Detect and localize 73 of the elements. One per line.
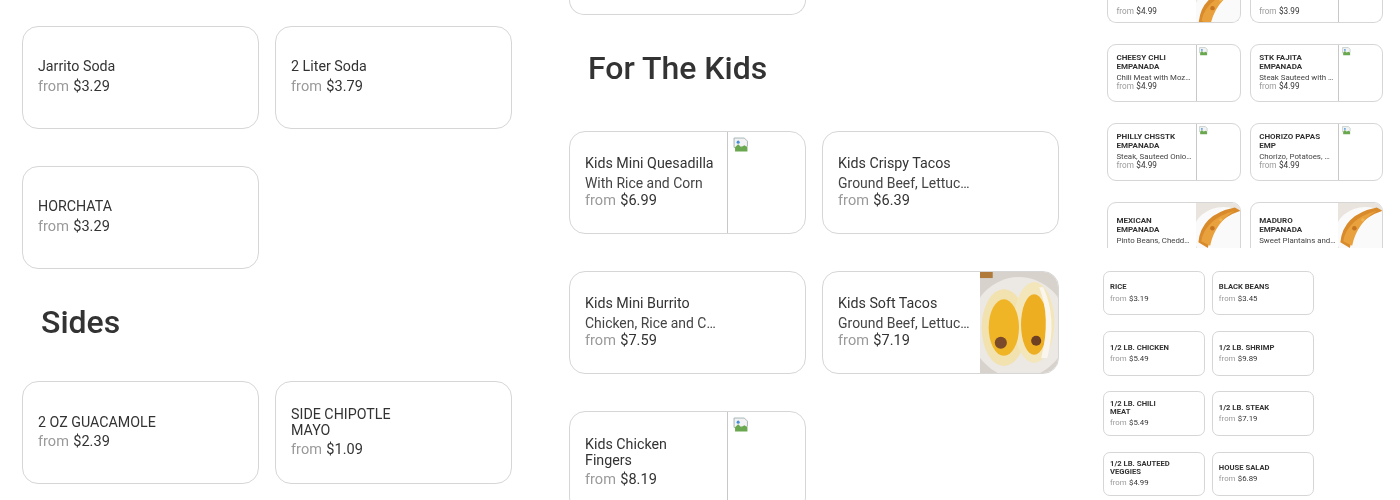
menu-item-card[interactable]: Kids Soft Tacos Ground Beef, Lettuc… from $7.19 bbox=[822, 271, 1060, 375]
menu-item-card[interactable]: from $3.99 bbox=[1249, 0, 1384, 23]
from-label: from bbox=[585, 331, 616, 350]
item-price: $4.99 bbox=[1279, 161, 1300, 172]
item-price: $3.29 bbox=[73, 218, 110, 236]
broken-image-icon bbox=[732, 416, 749, 434]
item-price: $2.39 bbox=[73, 433, 110, 451]
item-description: Ground Beef, Lettuc… bbox=[838, 174, 971, 192]
from-label: from bbox=[1259, 82, 1277, 93]
item-price: $1.09 bbox=[326, 441, 363, 459]
broken-image-icon bbox=[732, 136, 749, 153]
from-label: from bbox=[38, 433, 69, 451]
item-title: Jarrito Soda bbox=[38, 59, 117, 76]
item-description: Ground Beef, Lettuc… bbox=[838, 314, 971, 332]
broken-image-icon bbox=[1341, 47, 1352, 57]
item-price: $7.59 bbox=[620, 331, 657, 350]
from-label: from bbox=[838, 191, 869, 209]
item-price: $3.29 bbox=[73, 78, 110, 96]
item-price: $8.19 bbox=[620, 471, 657, 489]
item-price: $4.99 bbox=[1136, 82, 1157, 93]
item-price: $6.39 bbox=[873, 191, 910, 209]
item-title: Kids Crispy Tacos bbox=[838, 156, 952, 172]
broken-image-icon bbox=[1341, 126, 1352, 136]
item-description: With Rice and Corn bbox=[585, 174, 704, 192]
from-label: from bbox=[585, 471, 616, 489]
section-heading: Sides bbox=[41, 303, 122, 342]
broken-image-icon bbox=[1199, 126, 1209, 136]
item-description: Chicken, Rice and C… bbox=[585, 314, 717, 332]
from-label: from bbox=[291, 441, 322, 459]
item-price: $4.99 bbox=[1279, 82, 1300, 93]
menu-item-card[interactable]: Kids Mini Burrito Chicken, Rice and C… from $7.59 bbox=[569, 271, 806, 375]
menu-item-card[interactable]: Kids Mini Quesadilla With Rice and Corn from $6.99 bbox=[569, 131, 806, 235]
menu-item-card[interactable]: 2 OZ GUACAMOLE from $2.39 bbox=[22, 381, 259, 485]
from-label: from bbox=[1116, 82, 1134, 93]
from-label: from bbox=[1259, 6, 1277, 17]
from-label: from bbox=[1116, 6, 1134, 17]
item-price: $3.99 bbox=[1279, 6, 1300, 17]
from-label: from bbox=[291, 78, 322, 96]
from-label: from bbox=[1116, 161, 1134, 172]
menu-item-card[interactable]: 2 Liter Soda from $3.79 bbox=[275, 26, 513, 130]
item-title: SIDE CHIPOTLE MAYO bbox=[291, 406, 392, 439]
item-title: MADURO EMPANADA bbox=[1259, 216, 1304, 235]
item-price: $3.79 bbox=[326, 78, 363, 96]
item-title: PHILLY CHSSTK EMPANADA bbox=[1116, 132, 1177, 151]
item-title: Kids Soft Tacos bbox=[838, 296, 939, 313]
from-label: from bbox=[1259, 161, 1277, 172]
section-heading: For The Kids bbox=[588, 49, 769, 87]
item-title: CHORIZO PAPAS EMP bbox=[1259, 132, 1322, 151]
item-title: Kids Mini Burrito bbox=[585, 296, 691, 313]
broken-image-icon bbox=[1199, 47, 1209, 57]
menu-item-card[interactable]: Kids Crispy Tacos Ground Beef, Lettuc… from $6.39 bbox=[822, 131, 1060, 235]
menu-item-card[interactable]: Jarrito Soda from $3.29 bbox=[22, 26, 259, 130]
item-price: $4.99 bbox=[1136, 161, 1157, 172]
menu-item-card[interactable]: Kids Chicken Fingers from $8.19 bbox=[569, 411, 806, 500]
from-label: from bbox=[38, 218, 69, 236]
item-title: 2 OZ GUACAMOLE bbox=[38, 414, 157, 431]
item-price: $4.99 bbox=[1136, 6, 1157, 17]
item-title: 2 Liter Soda bbox=[291, 59, 368, 76]
item-title: Kids Chicken Fingers bbox=[585, 436, 668, 469]
item-price: $6.99 bbox=[620, 191, 657, 209]
item-title: STK FAJITA EMPANADA bbox=[1259, 53, 1304, 72]
from-label: from bbox=[585, 191, 616, 209]
menu-item-card[interactable]: HORCHATA from $3.29 bbox=[22, 166, 259, 270]
item-title: CHEESY CHLI EMPANADA bbox=[1116, 53, 1167, 72]
from-label: from bbox=[38, 78, 69, 96]
item-price: $7.19 bbox=[873, 331, 910, 350]
item-title: MEXICAN EMPANADA bbox=[1116, 216, 1161, 235]
menu-item-card[interactable]: SIDE CHIPOTLE MAYO from $1.09 bbox=[275, 381, 513, 485]
menu-item-card[interactable] bbox=[569, 0, 806, 15]
menu-item-card[interactable]: from $4.99 bbox=[1107, 0, 1241, 23]
item-title: Kids Mini Quesadilla bbox=[585, 156, 715, 172]
from-label: from bbox=[838, 331, 869, 350]
item-title: HORCHATA bbox=[38, 199, 113, 216]
